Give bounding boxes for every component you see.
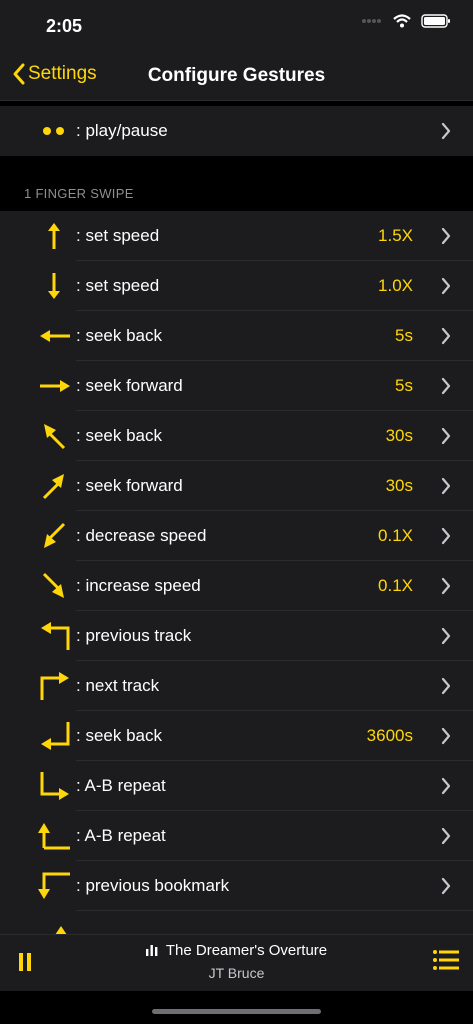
gesture-label: : seek back: [76, 726, 162, 745]
status-icons: [361, 14, 451, 28]
chevron-right-icon: [441, 777, 451, 795]
track-artist: JT Bruce: [208, 965, 265, 981]
chevron-right-icon: [441, 727, 451, 745]
gesture-label: : play/pause: [76, 121, 168, 140]
gesture-label: : previous bookmark: [76, 876, 230, 895]
chevron-right-icon: [441, 477, 451, 495]
queue-list-icon[interactable]: [433, 949, 459, 971]
gesture-label: : set speed: [76, 226, 160, 245]
arrow-up-right-icon: [42, 474, 64, 500]
gesture-label: : seek back: [76, 426, 162, 445]
track-title-line: The Dreamer's Overture: [0, 942, 473, 959]
chevron-right-icon: [441, 377, 451, 395]
two-dots-icon: [43, 127, 64, 135]
chevron-right-icon: [441, 877, 451, 895]
gesture-label: : set speed: [76, 276, 160, 295]
status-bar: 2:05: [0, 0, 473, 52]
gesture-value: 30s: [385, 426, 413, 445]
gesture-label: : decrease speed: [76, 526, 207, 545]
gesture-value: 3600s: [366, 726, 413, 745]
gesture-row[interactable]: : seek back 5s: [0, 311, 473, 361]
gesture-label: : A-B repeat: [76, 776, 166, 795]
chevron-right-icon: [441, 427, 451, 445]
home-bar: [0, 991, 473, 1024]
mini-player[interactable]: The Dreamer's Overture JT Bruce: [0, 934, 473, 991]
arrow-up-icon: [55, 926, 67, 934]
section-header-1-finger-swipe: 1 FINGER SWIPE: [0, 156, 473, 210]
chevron-right-icon: [441, 227, 451, 245]
arrow-up-left-icon: [44, 424, 66, 450]
gesture-label: : previous track: [76, 626, 192, 645]
gesture-row[interactable]: : seek forward 5s: [0, 361, 473, 411]
gesture-row[interactable]: : seek back 3600s: [0, 711, 473, 761]
home-indicator[interactable]: [152, 1009, 321, 1014]
gesture-label: : seek forward: [76, 376, 183, 395]
gesture-row[interactable]: : A-B repeat: [0, 811, 473, 861]
left-then-down-icon: [38, 872, 70, 899]
gesture-row[interactable]: : decrease speed 0.1X: [0, 511, 473, 561]
gesture-row[interactable]: : increase speed 0.1X: [0, 561, 473, 611]
gesture-label: : seek forward: [76, 476, 183, 495]
gesture-label: : increase speed: [76, 576, 201, 595]
gesture-row[interactable]: : previous track: [0, 611, 473, 661]
battery-icon: [421, 14, 450, 28]
arrow-down-icon: [48, 273, 60, 299]
status-time: 2:05: [46, 16, 83, 36]
chevron-right-icon: [441, 527, 451, 545]
track-title: The Dreamer's Overture: [165, 942, 328, 959]
up-then-right-icon: [40, 672, 69, 700]
gesture-label: : seek back: [76, 326, 162, 345]
down-then-left-up-icon: [41, 622, 70, 650]
gesture-row-partial[interactable]: [0, 911, 473, 934]
gesture-value: 5s: [395, 326, 413, 345]
gesture-value: 30s: [385, 476, 413, 495]
arrow-down-right-icon: [42, 572, 64, 598]
chevron-right-icon: [441, 627, 451, 645]
wifi-icon: [393, 14, 411, 28]
down-then-left-icon: [41, 722, 70, 750]
gesture-value: 5s: [395, 376, 413, 395]
chevron-right-icon: [441, 827, 451, 845]
chevron-right-icon: [441, 277, 451, 295]
arrow-right-icon: [40, 380, 70, 392]
gesture-row[interactable]: : set speed 1.0X: [0, 261, 473, 311]
gesture-row[interactable]: : seek forward 30s: [0, 461, 473, 511]
chevron-right-icon: [441, 122, 451, 140]
down-then-right-icon: [40, 772, 69, 800]
gesture-value: 0.1X: [378, 526, 413, 545]
gesture-row[interactable]: : seek back 30s: [0, 411, 473, 461]
gesture-row[interactable]: : set speed 1.5X: [0, 211, 473, 261]
gesture-label: : A-B repeat: [76, 826, 166, 845]
navigation-bar: Settings Configure Gestures: [0, 52, 473, 101]
cellular-signal-icon: [362, 19, 381, 23]
gesture-value: 1.5X: [378, 226, 413, 245]
arrow-up-icon: [48, 223, 60, 249]
gesture-row[interactable]: : next track: [0, 661, 473, 711]
chevron-right-icon: [441, 677, 451, 695]
page-title: Configure Gestures: [147, 65, 326, 86]
arrow-left-icon: [40, 330, 70, 342]
section-header-label: 1 FINGER SWIPE: [24, 186, 134, 201]
gesture-value: 1.0X: [378, 276, 413, 295]
chevron-right-icon: [441, 577, 451, 595]
gesture-row-play-pause[interactable]: : play/pause: [0, 106, 473, 156]
gesture-value: 0.1X: [378, 576, 413, 595]
gesture-row[interactable]: : A-B repeat: [0, 761, 473, 811]
gesture-label: : next track: [76, 676, 160, 695]
chevron-right-icon: [441, 327, 451, 345]
arrow-down-left-icon: [44, 522, 66, 548]
up-then-right-return-icon: [38, 823, 70, 850]
equalizer-icon: [145, 945, 158, 956]
gesture-row[interactable]: : previous bookmark: [0, 861, 473, 911]
